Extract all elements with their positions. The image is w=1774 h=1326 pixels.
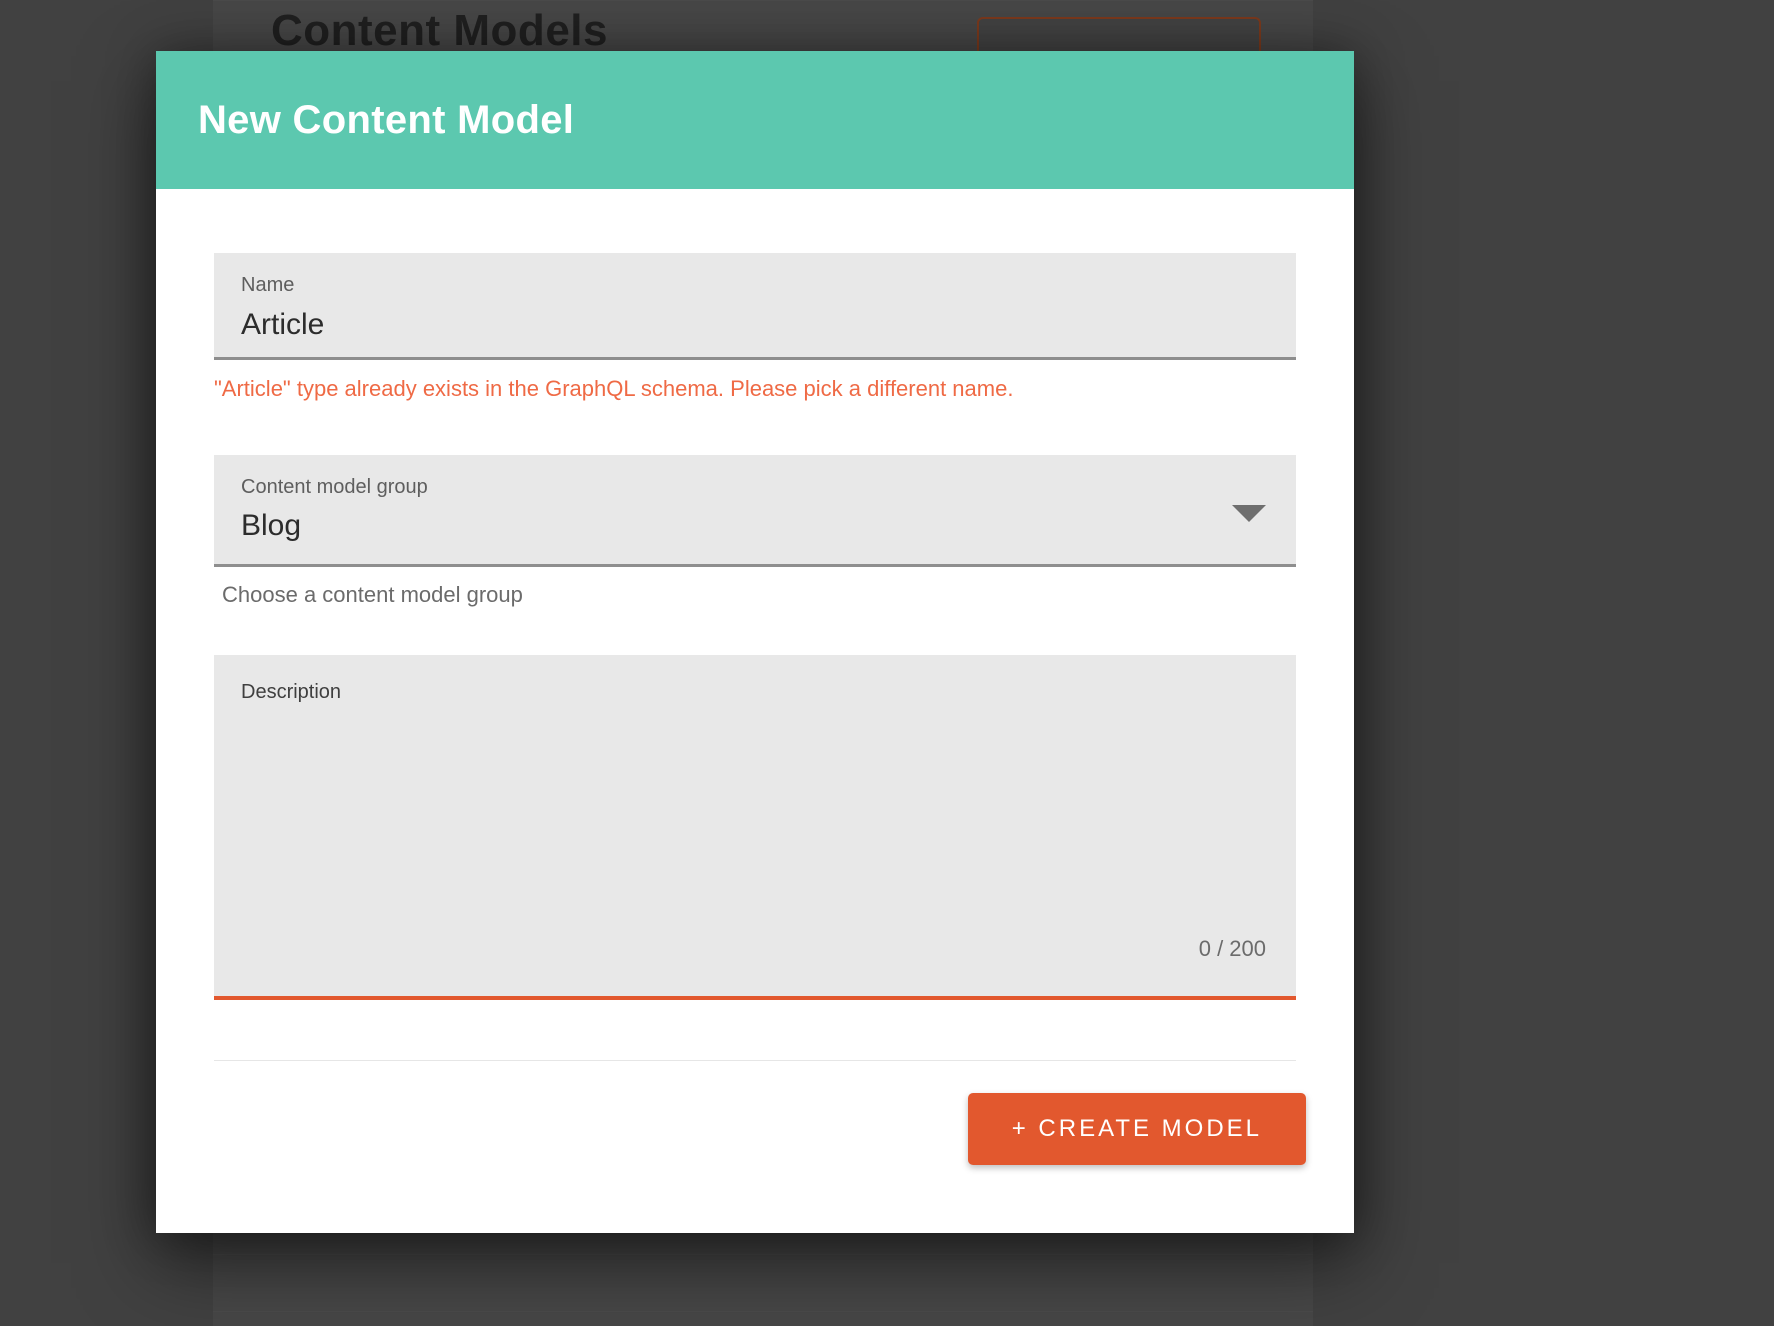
new-content-model-dialog: New Content Model Name "Article" type al… (156, 51, 1354, 1233)
group-helper-text: Choose a content model group (214, 582, 1296, 608)
description-field: Description 0 / 200 (214, 655, 1296, 1000)
name-input[interactable] (214, 253, 1296, 357)
group-selected-value: Blog (241, 509, 301, 543)
description-textarea[interactable] (214, 655, 1296, 996)
screen: Content Models New Content Model Name "A… (0, 0, 1774, 1326)
dialog-title: New Content Model (198, 98, 574, 143)
dialog-header: New Content Model (156, 51, 1354, 189)
name-field: Name (214, 253, 1296, 360)
content-model-group-select[interactable]: Content model group Blog (214, 455, 1296, 567)
name-error-message: "Article" type already exists in the Gra… (214, 376, 1296, 402)
background-page-title: Content Models (271, 6, 608, 56)
dialog-footer: + CREATE MODEL (156, 1061, 1354, 1233)
create-model-button[interactable]: + CREATE MODEL (968, 1093, 1306, 1165)
dialog-body: Name "Article" type already exists in th… (156, 189, 1354, 1061)
group-field-label: Content model group (241, 476, 428, 499)
chevron-down-icon[interactable] (1232, 505, 1266, 522)
